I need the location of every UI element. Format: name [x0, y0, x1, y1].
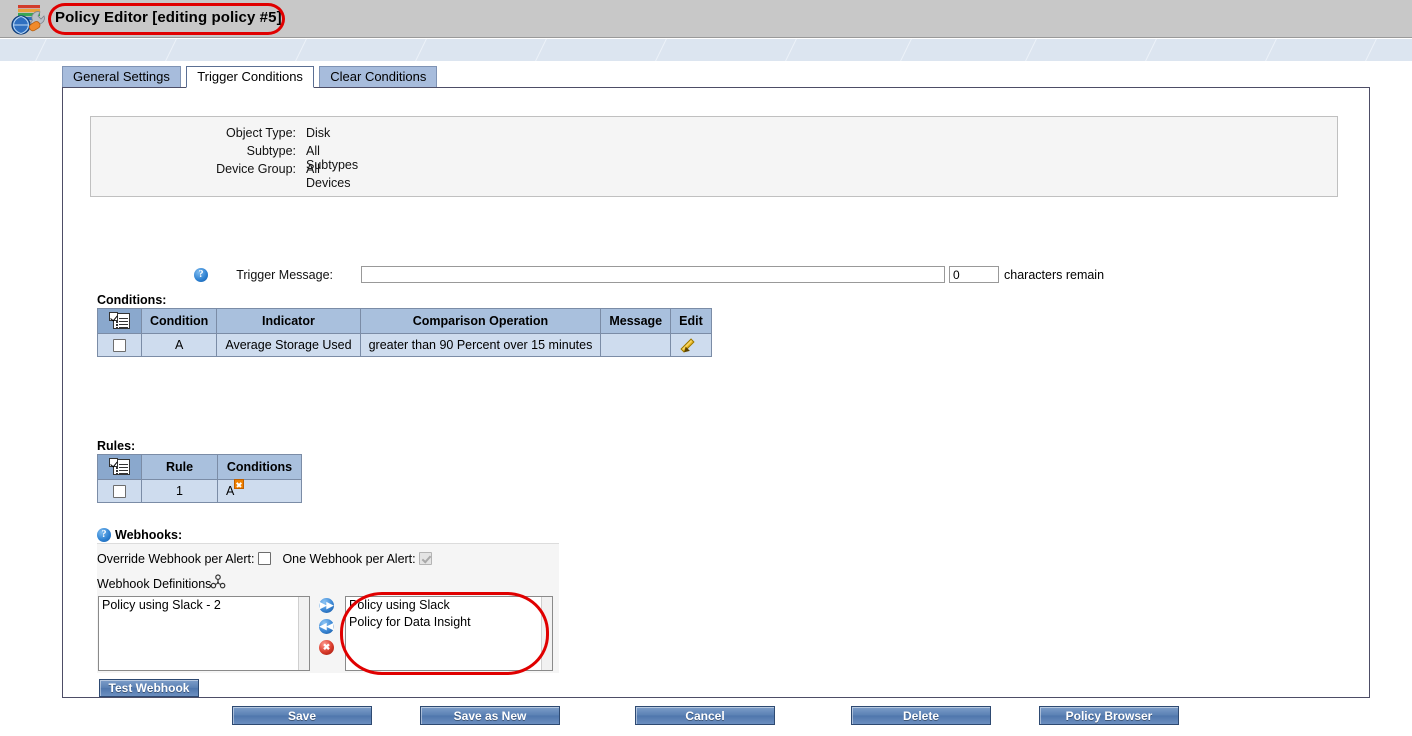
table-row: A Average Storage Used greater than 90 P…	[97, 333, 712, 357]
table-row: 1 A	[97, 479, 302, 503]
list-item[interactable]: Policy using Slack - 2	[99, 597, 309, 614]
override-webhook-checkbox[interactable]	[257, 552, 271, 565]
tab-bar: General Settings Trigger Conditions Clea…	[62, 66, 439, 88]
list-item[interactable]: Policy for Data Insight	[346, 614, 552, 631]
pencil-edit-icon[interactable]	[680, 337, 699, 355]
list-item[interactable]: Policy using Slack	[346, 597, 552, 614]
conditions-col-indicator: Indicator	[216, 308, 361, 334]
rule-row-number: 1	[141, 479, 218, 503]
subtype-label: Subtype:	[246, 144, 296, 158]
conditions-col-comparison: Comparison Operation	[359, 308, 602, 334]
x-remove-badge[interactable]	[234, 479, 245, 489]
available-list-scrollbar[interactable]	[298, 597, 309, 670]
webhooks-title: Webhooks:	[115, 528, 183, 542]
condition-row-message	[600, 333, 672, 357]
conditions-section-label: Conditions:	[97, 293, 167, 307]
rule-row-conditions-cell: A	[217, 479, 302, 503]
trigger-message-input[interactable]	[361, 266, 945, 283]
page-title: Policy Editor [editing policy #5]	[55, 9, 282, 26]
trigger-message-char-count[interactable]	[949, 266, 999, 283]
condition-row-letter: A	[140, 333, 218, 357]
double-arrow-left-icon[interactable]: ◀◀	[319, 619, 334, 634]
condition-row-edit-cell[interactable]	[670, 333, 712, 357]
save-button[interactable]: Save	[232, 706, 372, 725]
red-x-delete-icon[interactable]: ✖	[319, 640, 334, 655]
rules-section-label: Rules:	[97, 439, 136, 453]
rules-header-row: Rule Conditions	[97, 454, 302, 480]
conditions-col-message: Message	[600, 308, 672, 334]
webhook-toggle-row: Override Webhook per Alert: One Webhook …	[97, 552, 433, 566]
double-arrow-right-icon[interactable]: ▶▶	[319, 598, 334, 613]
tab-clear-conditions[interactable]: Clear Conditions	[319, 66, 438, 88]
conditions-col-edit: Edit	[670, 308, 712, 334]
rules-select-all-icon[interactable]	[97, 454, 142, 480]
rules-col-conditions: Conditions	[217, 454, 302, 480]
object-type-value: Disk	[306, 126, 331, 140]
page-body: General Settings Trigger Conditions Clea…	[0, 61, 1412, 734]
webhook-definitions-label: Webhook Definitions	[97, 577, 212, 591]
policy-browser-button[interactable]: Policy Browser	[1039, 706, 1179, 725]
webhooks-panel: Override Webhook per Alert: One Webhook …	[97, 543, 559, 697]
delete-button[interactable]: Delete	[851, 706, 991, 725]
window-title-bar: Policy Editor [editing policy #5]	[0, 0, 1412, 38]
object-type-label: Object Type:	[226, 126, 296, 140]
trigger-message-label: Trigger Message:	[236, 268, 333, 282]
assigned-webhooks-list[interactable]: Policy using Slack Policy for Data Insig…	[345, 596, 553, 671]
select-all-list-icon	[108, 312, 131, 330]
condition-row-checkbox-cell[interactable]	[97, 333, 142, 357]
condition-row-comparison: greater than 90 Percent over 15 minutes	[359, 333, 602, 357]
available-webhooks-list[interactable]: Policy using Slack - 2	[98, 596, 310, 671]
rule-row-checkbox[interactable]	[113, 485, 126, 499]
webhooks-help-icon[interactable]: ?	[97, 528, 111, 542]
condition-row-checkbox[interactable]	[113, 339, 126, 353]
object-summary-panel: Object Type: Disk Subtype: All Subtypes …	[90, 116, 1338, 197]
rule-row-conditions: A	[226, 484, 235, 498]
save-as-new-button[interactable]: Save as New	[420, 706, 560, 725]
test-webhook-button[interactable]: Test Webhook	[99, 679, 199, 697]
banner-strip	[0, 39, 1412, 61]
one-webhook-label: One Webhook per Alert:	[282, 552, 416, 566]
rule-row-checkbox-cell[interactable]	[97, 479, 142, 503]
tab-trigger-conditions[interactable]: Trigger Conditions	[186, 66, 314, 88]
assigned-list-scrollbar[interactable]	[541, 597, 552, 670]
footer-button-bar: Save Save as New Cancel Delete Policy Br…	[0, 706, 1412, 736]
characters-remain-label: characters remain	[1004, 268, 1105, 282]
condition-row-indicator: Average Storage Used	[216, 333, 361, 357]
override-webhook-label: Override Webhook per Alert:	[97, 552, 255, 566]
select-all-list-icon	[108, 458, 131, 476]
tab-general-settings[interactable]: General Settings	[62, 66, 181, 88]
conditions-select-all-icon[interactable]	[97, 308, 142, 334]
share-node-icon[interactable]	[210, 574, 226, 590]
device-group-value: All Devices	[306, 162, 351, 190]
cancel-button[interactable]: Cancel	[635, 706, 775, 725]
trigger-conditions-panel: Object Type: Disk Subtype: All Subtypes …	[62, 87, 1370, 698]
device-group-label: Device Group:	[216, 162, 296, 176]
one-webhook-checkbox	[419, 552, 433, 565]
rules-table: Rule Conditions 1 A	[97, 454, 302, 503]
conditions-header-row: Condition Indicator Comparison Operation…	[97, 308, 712, 334]
conditions-table: Condition Indicator Comparison Operation…	[97, 308, 712, 357]
rules-col-rule: Rule	[141, 454, 218, 480]
policy-editor-icon	[11, 5, 45, 35]
conditions-col-condition: Condition	[140, 308, 218, 334]
